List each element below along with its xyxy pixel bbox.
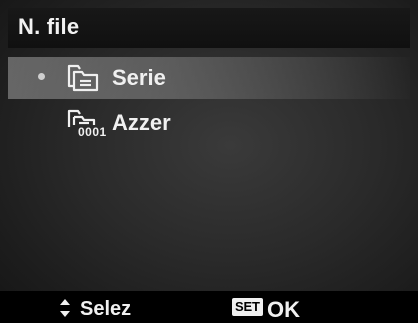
selection-bullet-icon — [38, 73, 45, 80]
menu-header: N. file — [8, 8, 410, 48]
up-down-arrow-icon — [58, 298, 72, 318]
menu-item-label-serie: Serie — [112, 65, 166, 90]
select-hint-label: Selez — [80, 298, 132, 320]
set-button-badge: SET — [232, 298, 263, 316]
camera-menu-screen: N. file Serie 0001 Azzer Selez SET OK — [0, 0, 418, 323]
footer-bar: Selez SET OK — [0, 291, 418, 323]
menu-item-azzer[interactable]: 0001 Azzer — [8, 102, 410, 144]
menu-item-serie[interactable]: Serie — [8, 57, 410, 99]
folder-number-label: 0001 — [78, 125, 107, 139]
page-title: N. file — [18, 14, 80, 39]
menu-item-label-azzer: Azzer — [112, 110, 171, 135]
ok-hint-label: OK — [267, 297, 300, 322]
folder-series-icon — [66, 62, 100, 96]
